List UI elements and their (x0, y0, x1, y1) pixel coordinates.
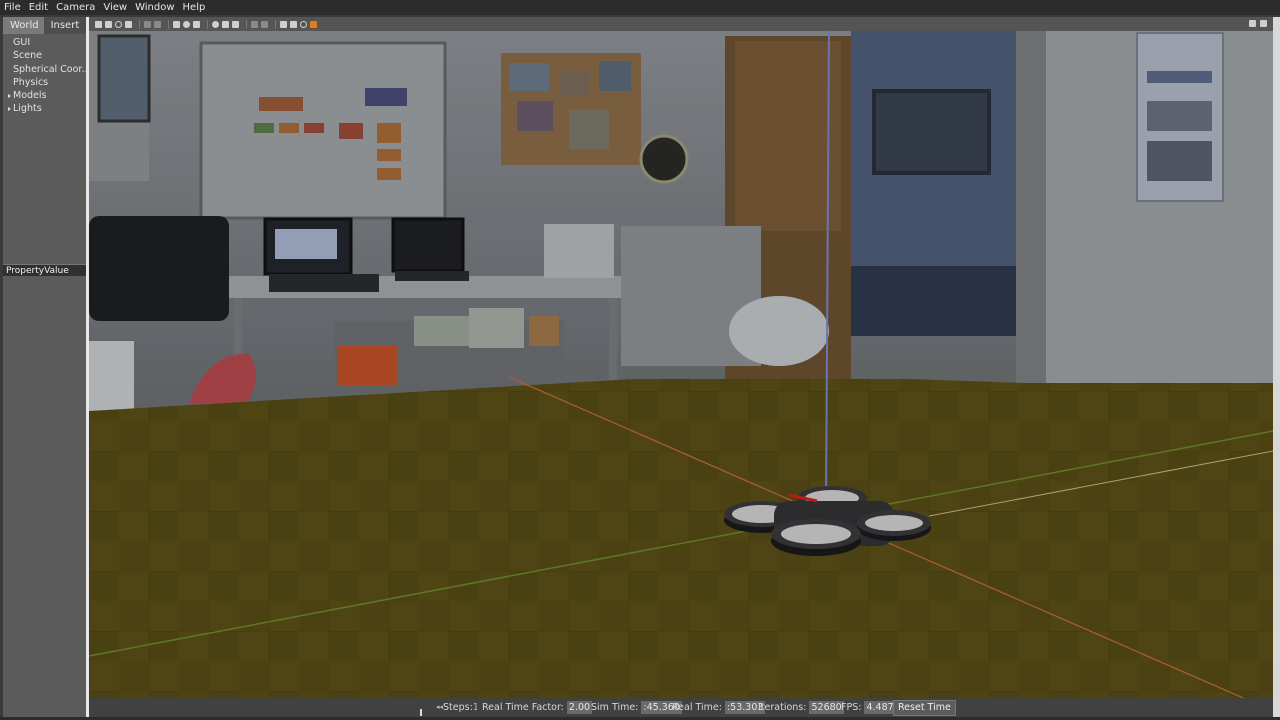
menu-camera[interactable]: Camera (52, 0, 99, 15)
pause-icon[interactable] (420, 704, 426, 716)
tab-world[interactable]: World (3, 17, 44, 34)
tree-item-physics[interactable]: Physics (3, 76, 86, 89)
copy-icon[interactable] (251, 20, 258, 28)
select-arrow-icon[interactable] (95, 20, 102, 28)
real-time-label: Real Time: (672, 702, 722, 713)
scale-icon[interactable] (125, 20, 132, 28)
window-float-icon[interactable] (1260, 20, 1267, 27)
steps-value[interactable]: 1 (473, 698, 477, 717)
tree-item-label: Models (13, 90, 47, 102)
left-panel: World Insert GUI Scene Spherical Coor...… (3, 17, 86, 717)
status-bar: ◂◂ Steps:1 Real Time Factor: 2.00 Sim Ti… (89, 698, 1273, 717)
paste-icon[interactable] (261, 20, 268, 28)
tree-item-scene[interactable]: Scene (3, 49, 86, 62)
screenshot-icon[interactable] (310, 20, 317, 28)
view-angle-icon[interactable] (1249, 20, 1256, 27)
real-time-factor-field: Real Time Factor: 2.00 (482, 698, 593, 717)
menu-view[interactable]: View (99, 0, 131, 15)
tree-item-label: Spherical Coor... (13, 63, 86, 75)
viewport-shade (89, 31, 1273, 698)
redo-icon[interactable] (154, 20, 161, 28)
fps-field: FPS: 4.487 (841, 698, 896, 717)
menu-window[interactable]: Window (131, 0, 178, 15)
property-value-header: PropertyValue (3, 264, 86, 276)
tree-item-label: Lights (13, 103, 42, 115)
world-tree: GUI Scene Spherical Coor... Physics Mode… (3, 34, 86, 116)
expand-arrow-icon[interactable] (8, 93, 11, 98)
directional-light-icon[interactable] (232, 20, 239, 28)
point-light-icon[interactable] (212, 20, 219, 28)
steps-field: Steps:1 (443, 698, 477, 717)
iterations-field: Iterations: 52680 (758, 698, 844, 717)
step-icon[interactable]: ◂◂ (436, 704, 443, 711)
reset-time-wrap: Reset Time (893, 698, 956, 717)
scene-render (89, 31, 1273, 698)
sim-time-field: Sim Time: :45.360 (591, 698, 682, 717)
align-icon[interactable] (280, 20, 287, 28)
toolbar-divider (207, 19, 208, 29)
real-time-factor-value: 2.00 (566, 701, 593, 714)
panel-tabs: World Insert (3, 17, 86, 34)
steps-label: Steps: (443, 702, 473, 713)
expand-arrow-icon[interactable] (8, 106, 11, 111)
tree-item-label: Scene (13, 50, 42, 62)
tree-item-spherical-coordinates[interactable]: Spherical Coor... (3, 63, 86, 76)
tab-insert[interactable]: Insert (43, 17, 86, 34)
iterations-value: 52680 (809, 701, 844, 714)
fps-value: 4.487 (864, 701, 896, 714)
toolbar-divider (275, 19, 276, 29)
change-view-icon[interactable] (300, 20, 307, 28)
spot-light-icon[interactable] (222, 20, 229, 28)
tree-item-label: GUI (13, 37, 31, 48)
real-time-field: Real Time: :53.303 (672, 698, 766, 717)
tree-item-models[interactable]: Models (3, 89, 86, 102)
toolbar-divider (246, 19, 247, 29)
reset-time-button[interactable]: Reset Time (893, 700, 956, 716)
right-border (1273, 17, 1280, 720)
menu-bar: File Edit Camera View Window Help (0, 0, 1280, 15)
rotate-icon[interactable] (115, 20, 122, 28)
undo-icon[interactable] (144, 20, 151, 28)
3d-viewport[interactable] (89, 31, 1273, 698)
translate-icon[interactable] (105, 20, 112, 28)
iterations-label: Iterations: (758, 702, 807, 713)
menu-edit[interactable]: Edit (25, 0, 52, 15)
menu-file[interactable]: File (0, 0, 25, 15)
cylinder-icon[interactable] (193, 20, 200, 28)
sim-time-label: Sim Time: (591, 702, 639, 713)
sphere-icon[interactable] (183, 20, 190, 28)
toolbar-divider (139, 19, 140, 29)
fps-label: FPS: (841, 702, 862, 713)
box-icon[interactable] (173, 20, 180, 28)
tree-item-label: Physics (13, 76, 49, 88)
menu-help[interactable]: Help (179, 0, 210, 15)
toolbar (89, 17, 1273, 31)
real-time-factor-label: Real Time Factor: (482, 702, 564, 713)
gazebo-window: File Edit Camera View Window Help World … (0, 0, 1280, 720)
tree-item-gui[interactable]: GUI (3, 36, 86, 49)
toolbar-divider (168, 19, 169, 29)
snap-icon[interactable] (290, 20, 297, 28)
tree-item-lights[interactable]: Lights (3, 102, 86, 115)
